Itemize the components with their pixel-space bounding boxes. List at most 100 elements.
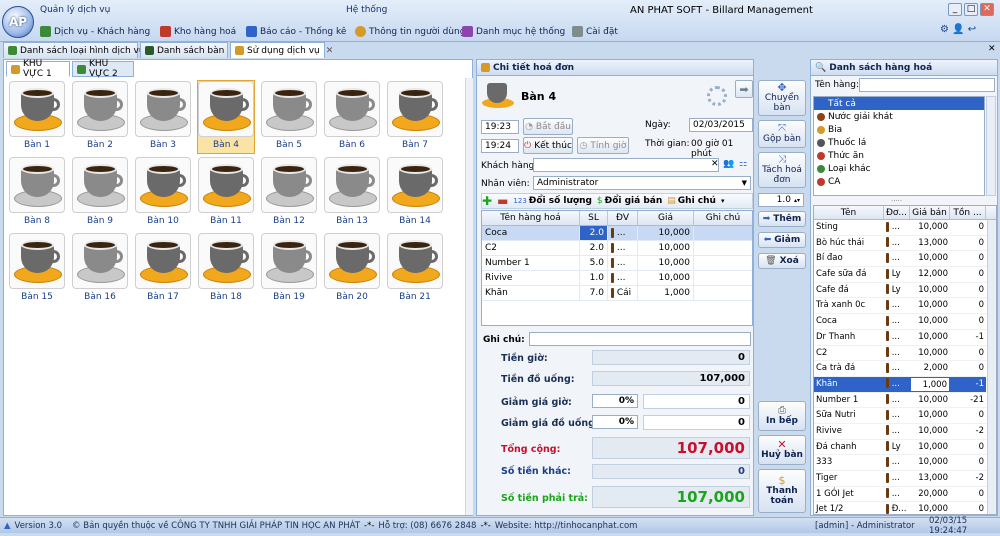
staff-select[interactable]: Administrator ▼ bbox=[533, 176, 751, 190]
plus-icon[interactable]: ✚ bbox=[482, 194, 492, 208]
table-tile[interactable]: Bàn 16 bbox=[71, 232, 129, 306]
table-tile[interactable]: Bàn 10 bbox=[134, 156, 192, 230]
table-tile[interactable]: Bàn 14 bbox=[386, 156, 444, 230]
table-tile[interactable]: Bàn 8 bbox=[8, 156, 66, 230]
tab-table-list[interactable]: Danh sách bàn✕ bbox=[140, 42, 238, 58]
item-qty[interactable]: 2.0 bbox=[580, 226, 608, 240]
table-tile[interactable]: Bàn 21 bbox=[386, 232, 444, 306]
category-item[interactable]: CA bbox=[814, 175, 984, 188]
discount-drink-value[interactable]: 0 bbox=[643, 415, 750, 430]
product-row[interactable]: 1 GÓI Jet ... 20,000 0 bbox=[814, 487, 996, 503]
category-item[interactable]: Thức ăn bbox=[814, 149, 984, 162]
col-header-note[interactable]: Ghi chú bbox=[694, 211, 752, 225]
table-tile[interactable]: Bàn 11 bbox=[197, 156, 255, 230]
forward-arrow-button[interactable]: ➡ bbox=[735, 80, 753, 98]
ribbon-btn-catalog[interactable]: Danh mục hệ thống bbox=[462, 26, 565, 37]
table-tile[interactable]: Bàn 5 bbox=[260, 80, 318, 154]
category-item[interactable]: Bia bbox=[814, 123, 984, 136]
product-row[interactable]: Sữa Nutri ... 10,000 0 bbox=[814, 408, 996, 424]
table-tile[interactable]: Bàn 13 bbox=[323, 156, 381, 230]
product-row[interactable]: Number 1 ... 10,000 -21 bbox=[814, 393, 996, 409]
move-table-button[interactable]: ✥ Chuyển bàn bbox=[758, 80, 806, 116]
category-item[interactable]: Nước giải khát bbox=[814, 110, 984, 123]
split-invoice-button[interactable]: ⤨ Tách hoá đơn bbox=[758, 152, 806, 188]
table-tile[interactable]: Bàn 1 bbox=[8, 80, 66, 154]
invoice-item-row[interactable]: Rivive 1.0 ... 10,000 bbox=[482, 271, 752, 286]
col-header-product[interactable]: Tên bbox=[814, 206, 884, 219]
table-tile[interactable]: Bàn 9 bbox=[71, 156, 129, 230]
product-row[interactable]: Đá chanh Ly 10,000 0 bbox=[814, 440, 996, 456]
website-text[interactable]: Website: http://tinhocanphat.com bbox=[495, 521, 638, 531]
item-qty[interactable]: 1.0 bbox=[580, 271, 608, 285]
print-kitchen-button[interactable]: ⎙ In bếp bbox=[758, 401, 806, 431]
category-scrollbar[interactable] bbox=[986, 96, 996, 196]
table-tile[interactable]: Bàn 12 bbox=[260, 156, 318, 230]
clear-customer-icon[interactable]: ✕ bbox=[711, 159, 719, 169]
product-row[interactable]: Rivive ... 10,000 -2 bbox=[814, 424, 996, 440]
other-money-value[interactable]: 0 bbox=[592, 464, 750, 479]
product-row[interactable]: Cafe sữa đá Ly 12,000 0 bbox=[814, 267, 996, 283]
add-customer-icon[interactable]: 👥 bbox=[723, 159, 734, 169]
product-row[interactable]: Ca trà đá ... 2,000 0 bbox=[814, 361, 996, 377]
item-qty[interactable]: 2.0 bbox=[580, 241, 608, 255]
table-area-scrollbar[interactable] bbox=[465, 78, 473, 515]
change-price-button[interactable]: $ Đổi giá bán bbox=[597, 196, 662, 206]
invoice-item-row[interactable]: Khăn 7.0 Cái 1,000 bbox=[482, 286, 752, 301]
tab-service-usage[interactable]: Sử dụng dịch vụ ✕ bbox=[230, 42, 333, 58]
close-window-button[interactable]: ✕ bbox=[980, 3, 994, 16]
ribbon-btn-userinfo[interactable]: Thông tin người dùng bbox=[355, 26, 465, 37]
category-item[interactable]: Thuốc lá bbox=[814, 136, 984, 149]
product-row[interactable]: Sting ... 10,000 0 bbox=[814, 220, 996, 236]
add-button[interactable]: ➡ Thêm bbox=[758, 211, 806, 227]
col-header-unit[interactable]: Đơ... bbox=[884, 206, 910, 219]
start-time-field[interactable]: 19:23 bbox=[481, 120, 519, 134]
product-row[interactable]: Khăn ... 1,000 -1 bbox=[814, 376, 996, 393]
ribbon-btn-warehouse[interactable]: Kho hàng hoá bbox=[160, 26, 236, 37]
invoice-item-row[interactable]: C2 2.0 ... 10,000 bbox=[482, 241, 752, 256]
note-input[interactable] bbox=[529, 332, 751, 346]
table-tile[interactable]: Bàn 17 bbox=[134, 232, 192, 306]
date-field[interactable]: 02/03/2015 bbox=[689, 118, 753, 132]
tab-zone-1[interactable]: KHU VỰC 1 bbox=[6, 59, 70, 79]
cancel-table-button[interactable]: ✕ Huỷ bàn bbox=[758, 435, 806, 465]
col-header-unit[interactable]: ĐV bbox=[608, 211, 638, 225]
invoice-item-row[interactable]: Coca 2.0 ... 10,000 bbox=[482, 226, 752, 241]
goods-search-input[interactable] bbox=[859, 78, 995, 92]
calc-time-button[interactable]: ◷ Tính giờ bbox=[577, 137, 629, 154]
discount-time-pct[interactable]: 0% bbox=[592, 394, 638, 408]
category-item[interactable]: Tất cả bbox=[814, 97, 984, 110]
splitter-handle[interactable]: ····· bbox=[891, 197, 902, 205]
table-tile[interactable]: Bàn 7 bbox=[386, 80, 444, 154]
reduce-button[interactable]: ⬅ Giảm bbox=[758, 232, 806, 248]
note-button[interactable]: ▤ Ghi chú bbox=[667, 196, 716, 206]
col-header-qty[interactable]: SL bbox=[580, 211, 608, 225]
ribbon-btn-service[interactable]: Dịch vụ - Khách hàng bbox=[40, 26, 150, 37]
minimize-button[interactable]: _ bbox=[948, 3, 962, 16]
product-row[interactable]: Trà xanh 0c ... 10,000 0 bbox=[814, 298, 996, 315]
product-scrollbar[interactable] bbox=[987, 220, 996, 514]
close-all-tabs-icon[interactable]: ✕ bbox=[988, 44, 996, 54]
tab-service-types[interactable]: Danh sách loại hình dịch vụ✕ bbox=[3, 42, 158, 58]
product-row[interactable]: C2 ... 10,000 0 bbox=[814, 346, 996, 362]
table-tile[interactable]: Bàn 18 bbox=[197, 232, 255, 306]
product-row[interactable]: Bí đao ... 10,000 0 bbox=[814, 251, 996, 268]
menu-service[interactable]: Quản lý dịch vụ bbox=[40, 5, 110, 15]
end-button[interactable]: ⏻ Kết thúc bbox=[523, 137, 573, 154]
customer-input[interactable] bbox=[533, 158, 719, 172]
col-header-price[interactable]: Giá bán bbox=[910, 206, 950, 219]
discount-time-value[interactable]: 0 bbox=[643, 394, 750, 409]
table-tile[interactable]: Bàn 4 bbox=[197, 80, 255, 154]
product-row[interactable]: Dr Thanh ... 10,000 -1 bbox=[814, 330, 996, 346]
product-row[interactable]: Coca ... 10,000 0 bbox=[814, 314, 996, 330]
product-row[interactable]: 333 ... 10,000 0 bbox=[814, 455, 996, 471]
minus-icon[interactable]: ▬ bbox=[497, 194, 508, 208]
maximize-button[interactable]: □ bbox=[964, 3, 978, 16]
end-time-field[interactable]: 19:24 bbox=[481, 139, 519, 153]
col-header-name[interactable]: Tên hàng hoá bbox=[482, 211, 580, 225]
app-logo-icon[interactable]: AP bbox=[2, 6, 34, 38]
table-tile[interactable]: Bàn 6 bbox=[323, 80, 381, 154]
qty-stepper[interactable]: 1.0 ▴▾ bbox=[758, 193, 804, 207]
tree-icon[interactable]: ⚏ bbox=[739, 159, 747, 169]
table-tile[interactable]: Bàn 19 bbox=[260, 232, 318, 306]
ribbon-btn-settings[interactable]: Cài đặt bbox=[572, 26, 618, 37]
